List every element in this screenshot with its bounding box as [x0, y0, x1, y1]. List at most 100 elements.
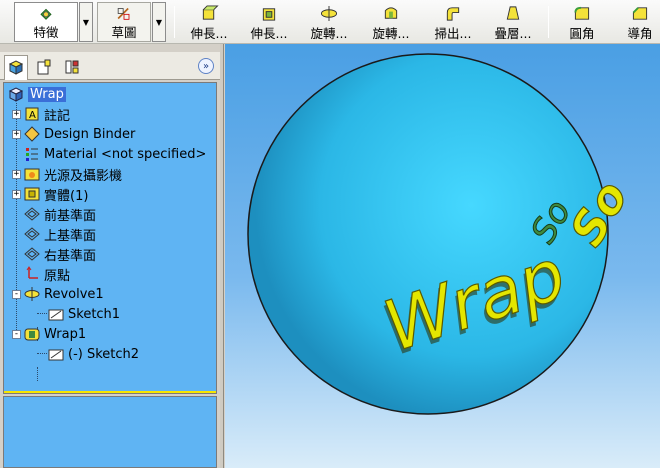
tree-item-solid-bodies[interactable]: + 實體(1)	[12, 184, 88, 204]
tree-root[interactable]: Wrap	[8, 84, 66, 104]
tree-item-label: 註記	[44, 108, 71, 124]
plane-icon	[24, 247, 40, 261]
lights-cameras-icon	[24, 168, 40, 181]
tree-item-design-binder[interactable]: + Design Binder	[12, 124, 135, 144]
chamfer-button[interactable]: 導角	[618, 2, 660, 42]
property-manager-icon	[37, 59, 51, 75]
feature-icon	[40, 8, 52, 20]
tree-item-revolve1[interactable]: - Revolve1	[12, 284, 104, 304]
feature-manager-panel: » Wrap + A 註記 + Design Binder Material <…	[0, 52, 220, 468]
part-icon	[8, 87, 24, 102]
expand-toggle[interactable]: +	[12, 129, 21, 139]
tree-item-front-plane[interactable]: 前基準面	[24, 204, 96, 224]
solid-bodies-icon	[24, 187, 40, 201]
tree-item-lights-cameras[interactable]: + 光源及攝影機	[12, 164, 122, 184]
extrude-cut-icon	[262, 8, 276, 21]
sketch-icon	[117, 7, 130, 20]
model-view: Wrap Wrap So So	[247, 53, 639, 415]
collapse-toggle[interactable]: -	[12, 329, 21, 339]
origin-icon	[26, 266, 38, 279]
revolve-boss-icon	[320, 5, 338, 22]
property-manager-tab[interactable]	[32, 55, 56, 79]
chamfer-icon	[632, 7, 648, 20]
revolve-cut-label: 旋轉...	[372, 26, 410, 41]
sketch-tab-label: 草圖	[111, 25, 137, 40]
sweep-label: 掃出...	[434, 26, 472, 41]
chamfer-label: 導角	[627, 26, 653, 41]
tree-item-label: 右基準面	[44, 248, 97, 264]
panel-splitter[interactable]	[220, 44, 224, 468]
tree-item-label: 前基準面	[44, 208, 97, 224]
tree-item-right-plane[interactable]: 右基準面	[24, 244, 96, 264]
fillet-button[interactable]: 圓角	[560, 2, 604, 42]
extrude-boss-button[interactable]: 伸長...	[184, 2, 234, 42]
tree-item-wrap1[interactable]: - Wrap1	[12, 324, 86, 344]
design-binder-icon	[24, 126, 40, 142]
tree-root-label: Wrap	[28, 86, 66, 102]
command-manager-toolbar: 特徵 ▼ 草圖 ▼ 伸長... 伸長... 旋轉... 旋轉... 掃出... …	[0, 0, 660, 44]
tree-item-sketch2[interactable]: (-) Sketch2	[48, 344, 139, 364]
configuration-manager-icon	[65, 60, 79, 74]
toolbar-separator	[548, 6, 549, 38]
wrap-feature-icon	[24, 328, 40, 341]
sketch-tab-button[interactable]: 草圖	[97, 2, 151, 42]
features-tab-label: 特徵	[33, 25, 59, 40]
tree-item-label: Material <not specified>	[44, 146, 207, 162]
revolve-cut-icon	[384, 7, 398, 19]
tree-connector	[37, 367, 38, 381]
annotations-icon: A	[25, 107, 39, 121]
tree-connector	[37, 313, 47, 314]
revolve-feature-icon	[24, 287, 40, 301]
feature-tree-empty-area	[3, 396, 217, 468]
tree-item-origin[interactable]: 原點	[24, 264, 70, 284]
expand-toggle[interactable]: +	[12, 109, 21, 119]
tree-item-sketch1[interactable]: Sketch1	[48, 304, 120, 324]
collapse-panel-button[interactable]: »	[198, 58, 214, 74]
sweep-button[interactable]: 掃出...	[428, 2, 478, 42]
sketch-dropdown-arrow[interactable]: ▼	[152, 2, 166, 42]
tree-item-label: 光源及攝影機	[44, 168, 123, 184]
fillet-icon	[574, 6, 590, 20]
loft-button[interactable]: 疊層...	[488, 2, 538, 42]
expand-toggle[interactable]: +	[12, 169, 21, 179]
extrude-cut-label: 伸長...	[250, 26, 288, 41]
extrude-boss-icon	[202, 5, 219, 20]
feature-tree: Wrap + A 註記 + Design Binder Material <no…	[3, 82, 217, 394]
plane-icon	[24, 227, 40, 241]
loft-label: 疊層...	[494, 26, 532, 41]
feature-tree-icon	[8, 60, 24, 75]
tree-item-top-plane[interactable]: 上基準面	[24, 224, 96, 244]
tree-connector	[37, 353, 47, 354]
tree-item-label: 上基準面	[44, 228, 97, 244]
manager-tabs: »	[0, 52, 220, 80]
tree-item-label: Sketch1	[68, 306, 121, 322]
fillet-label: 圓角	[569, 26, 595, 41]
extrude-boss-label: 伸長...	[190, 26, 228, 41]
material-icon	[26, 148, 38, 161]
rollback-bar[interactable]	[4, 391, 216, 393]
graphics-viewport[interactable]: Wrap Wrap So So	[225, 44, 660, 468]
collapse-chevron-icon: »	[202, 60, 210, 72]
revolve-boss-button[interactable]: 旋轉...	[304, 2, 354, 42]
extrude-cut-button[interactable]: 伸長...	[244, 2, 294, 42]
sketch-feature-icon	[48, 309, 64, 321]
tree-item-label: 原點	[44, 268, 71, 284]
feature-manager-tab[interactable]	[4, 55, 28, 80]
features-dropdown-arrow[interactable]: ▼	[79, 2, 93, 42]
tree-item-label: Wrap1	[44, 326, 87, 342]
configuration-manager-tab[interactable]	[60, 55, 84, 79]
tree-item-label: 實體(1)	[44, 188, 89, 204]
features-tab-button[interactable]: 特徵	[14, 2, 78, 42]
collapse-toggle[interactable]: -	[12, 289, 21, 299]
plane-icon	[24, 207, 40, 221]
revolve-cut-button[interactable]: 旋轉...	[366, 2, 416, 42]
tree-item-label: Revolve1	[44, 286, 104, 302]
expand-toggle[interactable]: +	[12, 189, 21, 199]
loft-icon	[506, 6, 520, 20]
sweep-icon	[446, 7, 460, 21]
tree-item-material[interactable]: Material <not specified>	[24, 144, 206, 164]
toolbar-separator	[174, 6, 175, 38]
revolve-boss-label: 旋轉...	[310, 26, 348, 41]
tree-item-label: (-) Sketch2	[68, 346, 140, 362]
tree-item-annotations[interactable]: + A 註記	[12, 104, 70, 124]
